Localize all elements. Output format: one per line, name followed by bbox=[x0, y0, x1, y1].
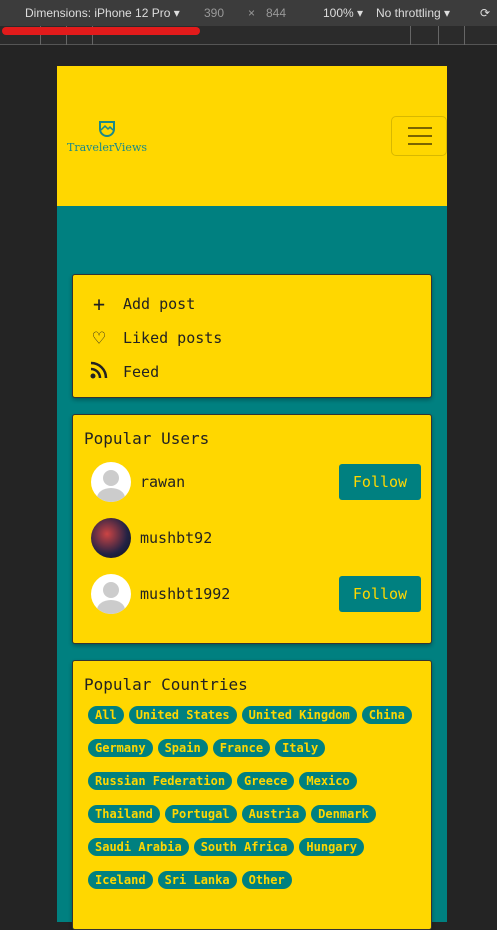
country-chip[interactable]: Italy bbox=[275, 739, 326, 757]
country-chip[interactable]: Sri Lanka bbox=[157, 871, 237, 889]
country-chip[interactable]: United States bbox=[128, 706, 237, 724]
zoom-select[interactable]: 100% ▾ bbox=[323, 6, 363, 20]
country-chip[interactable]: Portugal bbox=[164, 805, 237, 823]
nav-feed[interactable]: Feed bbox=[73, 355, 431, 389]
country-chip[interactable]: Denmark bbox=[311, 805, 376, 823]
popular-countries-card: Popular Countries All United States United… bbox=[72, 660, 432, 930]
country-chip[interactable]: France bbox=[212, 739, 271, 757]
country-chip[interactable]: Spain bbox=[157, 739, 208, 757]
dimension-separator: × bbox=[248, 6, 256, 20]
heart-icon: ♡ bbox=[92, 326, 106, 350]
user-row: mushbt1992 Follow bbox=[73, 566, 431, 622]
nav-card: + Add post ♡ Liked posts Feed bbox=[72, 274, 432, 398]
follow-button[interactable]: Follow bbox=[339, 576, 421, 612]
popular-users-card: Popular Users rawan Follow mushbt92 mushb… bbox=[72, 414, 432, 644]
brand-logo[interactable]: TravelerViews bbox=[67, 118, 147, 154]
throttling-select[interactable]: No throttling ▾ bbox=[376, 6, 450, 20]
width-input[interactable]: 390 bbox=[204, 6, 224, 20]
country-chip[interactable]: China bbox=[361, 706, 412, 724]
popular-countries-title: Popular Countries bbox=[84, 675, 248, 694]
mountain-shield-icon bbox=[99, 121, 115, 137]
site-header: TravelerViews bbox=[57, 66, 447, 206]
plus-icon: + bbox=[92, 292, 106, 316]
user-row: rawan Follow bbox=[73, 454, 431, 510]
rss-icon bbox=[87, 360, 111, 385]
avatar[interactable] bbox=[91, 462, 131, 502]
brand-name: TravelerViews bbox=[67, 141, 148, 154]
country-chip[interactable]: Other bbox=[241, 871, 292, 889]
username[interactable]: mushbt92 bbox=[140, 529, 421, 547]
country-chip[interactable]: Germany bbox=[88, 739, 153, 757]
country-chip[interactable]: Russian Federation bbox=[88, 772, 233, 790]
country-chip[interactable]: All bbox=[88, 706, 124, 724]
avatar[interactable] bbox=[91, 574, 131, 614]
height-input[interactable]: 844 bbox=[266, 6, 286, 20]
country-chip[interactable]: Austria bbox=[241, 805, 307, 823]
country-chip[interactable]: Saudi Arabia bbox=[88, 838, 189, 856]
device-viewport: TravelerViews + Add post ♡ Liked posts Fee… bbox=[57, 66, 447, 930]
country-chip[interactable]: Iceland bbox=[88, 871, 153, 889]
rotate-icon[interactable]: ⟳ bbox=[480, 6, 490, 20]
hamburger-menu-button[interactable] bbox=[391, 116, 447, 156]
country-chip[interactable]: Mexico bbox=[299, 772, 357, 790]
avatar[interactable] bbox=[91, 518, 131, 558]
follow-button[interactable]: Follow bbox=[339, 464, 421, 500]
username[interactable]: mushbt1992 bbox=[140, 585, 339, 603]
devtools-toolbar: Dimensions: iPhone 12 Pro ▾ 390 × 844 10… bbox=[0, 0, 497, 26]
annotation-underline bbox=[2, 27, 200, 35]
country-chip[interactable]: United Kingdom bbox=[241, 706, 357, 724]
device-select[interactable]: Dimensions: iPhone 12 Pro ▾ bbox=[25, 6, 180, 20]
user-row: mushbt92 bbox=[73, 510, 431, 566]
country-chip[interactable]: Thailand bbox=[88, 805, 160, 823]
nav-liked-posts[interactable]: ♡ Liked posts bbox=[73, 321, 431, 355]
username[interactable]: rawan bbox=[140, 473, 339, 491]
popular-users-title: Popular Users bbox=[84, 429, 210, 448]
country-chip[interactable]: Greece bbox=[237, 772, 295, 790]
country-chip[interactable]: Hungary bbox=[299, 838, 364, 856]
nav-add-post[interactable]: + Add post bbox=[73, 287, 431, 321]
country-chip[interactable]: South Africa bbox=[193, 838, 295, 856]
country-chips: All United States United Kingdom China Germa… bbox=[73, 694, 431, 889]
